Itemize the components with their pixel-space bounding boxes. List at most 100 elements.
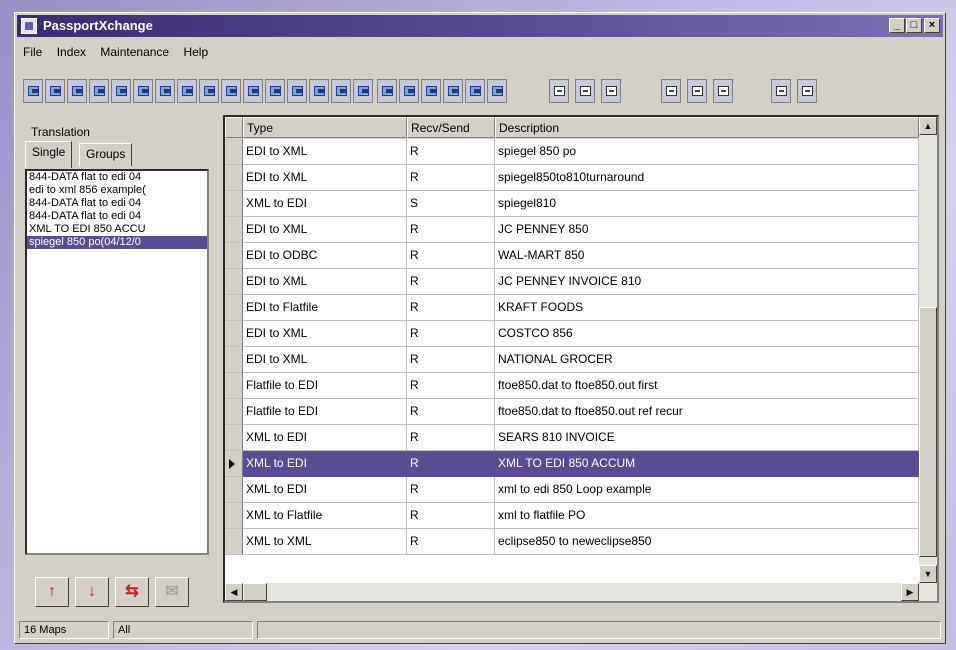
row-recv-send[interactable]: R xyxy=(407,295,495,321)
mail-button[interactable]: ✉ xyxy=(155,577,189,607)
menu-index[interactable]: Index xyxy=(53,43,93,59)
row-recv-send[interactable]: R xyxy=(407,347,495,373)
row-recv-send[interactable]: R xyxy=(407,373,495,399)
title-bar[interactable]: PassportXchange _ □ × xyxy=(17,15,943,37)
row-type[interactable]: XML to EDI xyxy=(243,451,407,477)
row-description[interactable]: SEARS 810 INVOICE xyxy=(495,425,919,451)
list-item[interactable]: XML TO EDI 850 ACCU xyxy=(27,223,207,236)
table-row[interactable]: EDI to XML R JC PENNEY INVOICE 810 xyxy=(225,269,919,295)
menu-maintenance[interactable]: Maintenance xyxy=(96,43,176,59)
vertical-scrollbar[interactable]: ▲ ▼ xyxy=(919,117,937,601)
translation-list[interactable]: 844-DATA flat to edi 04 edi to xml 856 e… xyxy=(25,169,209,555)
minimize-icon[interactable]: _ xyxy=(889,18,905,33)
row-recv-send[interactable]: R xyxy=(407,139,495,165)
row-indicator[interactable] xyxy=(225,139,243,165)
tool-map-9-button[interactable] xyxy=(221,79,241,103)
close-icon[interactable]: × xyxy=(924,18,940,33)
row-indicator[interactable] xyxy=(225,217,243,243)
tool-map-13-button[interactable] xyxy=(309,79,329,103)
tool-map-16-button[interactable] xyxy=(377,79,397,103)
row-type[interactable]: EDI to XML xyxy=(243,217,407,243)
table-row[interactable]: EDI to XML Rspiegel850to810turnaround xyxy=(225,165,919,191)
row-type[interactable]: XML to EDI xyxy=(243,477,407,503)
tool-map-17-button[interactable] xyxy=(399,79,419,103)
row-description[interactable]: xml to flatfile PO xyxy=(495,503,919,529)
tool-map-6-button[interactable] xyxy=(155,79,175,103)
row-indicator[interactable] xyxy=(225,269,243,295)
tool-map-15-button[interactable] xyxy=(353,79,373,103)
row-type[interactable]: EDI to XML xyxy=(243,269,407,295)
tool-map-3-button[interactable] xyxy=(89,79,109,103)
row-type[interactable]: EDI to XML xyxy=(243,139,407,165)
move-down-button[interactable]: ↓ xyxy=(75,577,109,607)
row-description[interactable]: ftoe850.dat to ftoe850.out first xyxy=(495,373,919,399)
tool-map-4-button[interactable] xyxy=(111,79,131,103)
row-type[interactable]: Flatfile to EDI xyxy=(243,373,407,399)
row-recv-send[interactable]: R xyxy=(407,269,495,295)
row-indicator[interactable] xyxy=(225,425,243,451)
row-indicator[interactable] xyxy=(225,321,243,347)
tool-map-7-button[interactable] xyxy=(177,79,197,103)
row-recv-send[interactable]: R xyxy=(407,451,495,477)
table-row[interactable]: Flatfile to EDI Rftoe850.dat to ftoe850.o… xyxy=(225,373,919,399)
row-type[interactable]: EDI to Flatfile xyxy=(243,295,407,321)
tool-map-8-button[interactable] xyxy=(199,79,219,103)
row-description[interactable]: COSTCO 856 xyxy=(495,321,919,347)
row-recv-send[interactable]: R xyxy=(407,217,495,243)
tool-map-14-button[interactable] xyxy=(331,79,351,103)
table-row[interactable]: EDI to XML Rspiegel 850 po xyxy=(225,139,919,165)
app-icon[interactable] xyxy=(21,18,37,34)
reorder-button[interactable]: ⇆ xyxy=(115,577,149,607)
row-recv-send[interactable]: R xyxy=(407,243,495,269)
row-indicator[interactable] xyxy=(225,191,243,217)
row-recv-send[interactable]: R xyxy=(407,165,495,191)
row-type[interactable]: XML to XML xyxy=(243,529,407,555)
scroll-left-icon[interactable]: ◀ xyxy=(225,583,243,601)
tool-map-21-button[interactable] xyxy=(487,79,507,103)
move-up-button[interactable]: ↑ xyxy=(35,577,69,607)
delete-map-icon[interactable] xyxy=(601,79,621,103)
row-recv-send[interactable]: S xyxy=(407,191,495,217)
tool-map-18-button[interactable] xyxy=(421,79,441,103)
row-recv-send[interactable]: R xyxy=(407,321,495,347)
tool-map-11-button[interactable] xyxy=(265,79,285,103)
list-item[interactable]: 844-DATA flat to edi 04 xyxy=(27,197,207,210)
menu-file[interactable]: File xyxy=(19,43,49,59)
row-description[interactable]: spiegel 850 po xyxy=(495,139,919,165)
row-recv-send[interactable]: R xyxy=(407,399,495,425)
row-type[interactable]: EDI to XML xyxy=(243,165,407,191)
row-recv-send[interactable]: R xyxy=(407,529,495,555)
row-indicator[interactable] xyxy=(225,477,243,503)
list-item-selected[interactable]: spiegel 850 po(04/12/0 xyxy=(27,236,207,249)
tool-map-20-button[interactable] xyxy=(465,79,485,103)
view-report-button[interactable] xyxy=(549,79,569,103)
row-description[interactable]: spiegel810 xyxy=(495,191,919,217)
table-row[interactable]: Flatfile to EDI Rftoe850.dat to ftoe850.o… xyxy=(225,399,919,425)
translate-button[interactable] xyxy=(23,79,43,103)
tool-map-12-button[interactable] xyxy=(287,79,307,103)
export-button[interactable] xyxy=(797,79,817,103)
row-description[interactable]: NATIONAL GROCER xyxy=(495,347,919,373)
list-item[interactable]: 844-DATA flat to edi 04 xyxy=(27,171,207,184)
row-type[interactable]: EDI to XML xyxy=(243,347,407,373)
table-row[interactable]: XML to EDI R SEARS 810 INVOICE xyxy=(225,425,919,451)
table-row[interactable]: EDI to XML R JC PENNEY 850 xyxy=(225,217,919,243)
row-indicator[interactable] xyxy=(225,243,243,269)
row-description[interactable]: XML TO EDI 850 ACCUM xyxy=(495,451,919,477)
header-description[interactable]: Description xyxy=(495,117,919,138)
table-row[interactable]: XML to EDI Rxml to edi 850 Loop example xyxy=(225,477,919,503)
row-indicator[interactable] xyxy=(225,451,243,477)
hscroll-thumb[interactable] xyxy=(243,583,267,601)
maximize-icon[interactable]: □ xyxy=(906,18,922,33)
row-recv-send[interactable]: R xyxy=(407,477,495,503)
copy-map-button[interactable] xyxy=(575,79,595,103)
row-indicator[interactable] xyxy=(225,347,243,373)
row-type[interactable]: EDI to XML xyxy=(243,321,407,347)
row-indicator[interactable] xyxy=(225,165,243,191)
menu-help[interactable]: Help xyxy=(179,43,215,59)
row-description[interactable]: spiegel850to810turnaround xyxy=(495,165,919,191)
tool-map-5-button[interactable] xyxy=(133,79,153,103)
row-type[interactable]: Flatfile to EDI xyxy=(243,399,407,425)
row-description[interactable]: xml to edi 850 Loop example xyxy=(495,477,919,503)
row-description[interactable]: JC PENNEY INVOICE 810 xyxy=(495,269,919,295)
